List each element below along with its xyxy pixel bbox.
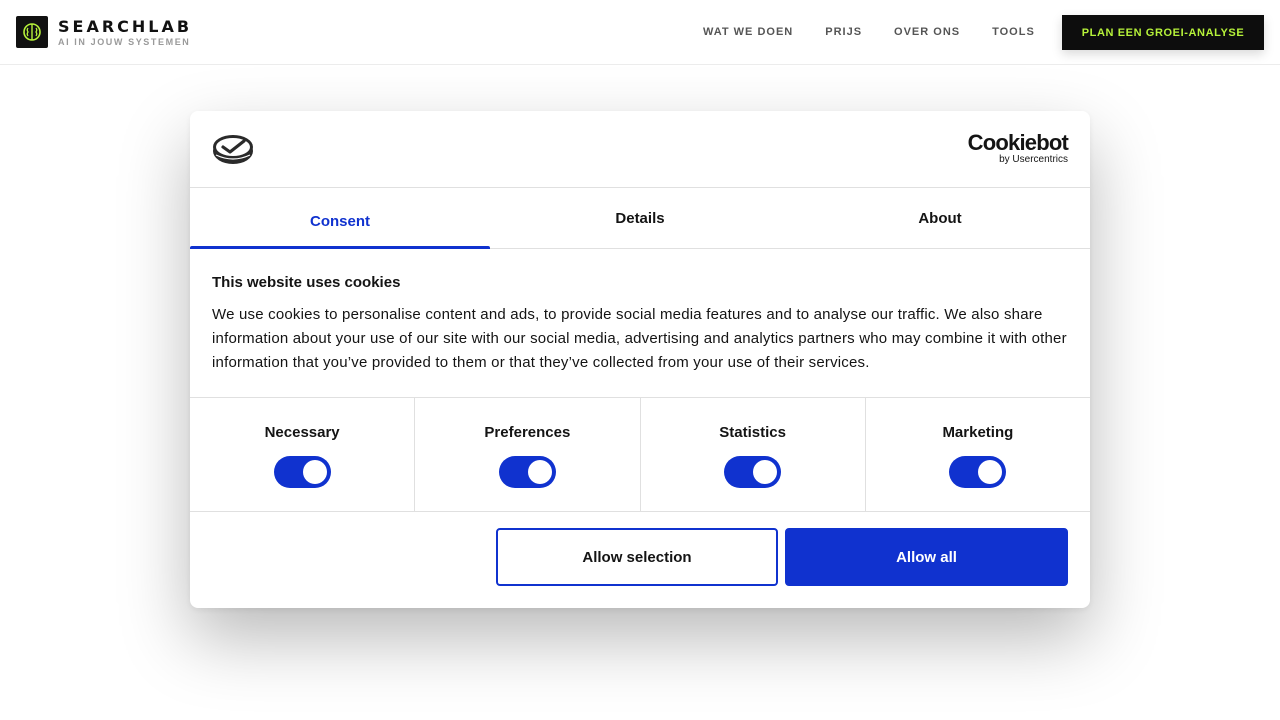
cookie-consent-dialog: Cookiebot by Usercentrics Consent Detail… xyxy=(190,111,1090,608)
brand-tagline: AI IN JOUW SYSTEMEN xyxy=(58,36,191,47)
cookiebot-brand-sub: by Usercentrics xyxy=(999,154,1068,165)
cookiebot-brand[interactable]: Cookiebot by Usercentrics xyxy=(967,130,1069,166)
brand-name: SEARCHLAB xyxy=(58,16,193,36)
cookiebot-logo-icon xyxy=(212,133,254,165)
dialog-header: Cookiebot by Usercentrics xyxy=(190,111,1090,188)
nav-link-tools[interactable]: TOOLS xyxy=(992,26,1035,38)
marketing-toggle[interactable] xyxy=(949,456,1007,488)
preferences-toggle[interactable] xyxy=(498,456,556,488)
plan-analysis-button[interactable]: PLAN EEN GROEI-ANALYSE xyxy=(1062,15,1264,50)
category-label: Necessary xyxy=(264,424,340,441)
site-logo[interactable]: SEARCHLAB AI IN JOUW SYSTEMEN xyxy=(16,16,192,48)
cookiebot-brand-name: Cookiebot xyxy=(967,130,1069,155)
toggle-knob xyxy=(527,460,552,484)
site-header: SEARCHLAB AI IN JOUW SYSTEMEN WAT WE DOE… xyxy=(0,0,1280,65)
category-label: Statistics xyxy=(719,424,786,441)
nav-link-wat-we-doen[interactable]: WAT WE DOEN xyxy=(703,26,793,38)
category-preferences: Preferences xyxy=(415,398,641,511)
allow-all-button[interactable]: Allow all xyxy=(785,528,1068,586)
consent-actions: Allow selection Allow all xyxy=(190,512,1090,607)
main-nav: WAT WE DOEN PRIJS OVER ONS TOOLS xyxy=(703,0,1067,64)
cookie-categories: Necessary Preferences Statistics Marketi… xyxy=(190,398,1090,512)
tab-consent[interactable]: Consent xyxy=(190,188,490,249)
necessary-toggle[interactable] xyxy=(273,456,331,488)
consent-body: This website uses cookies We use cookies… xyxy=(190,249,1090,398)
category-necessary: Necessary xyxy=(190,398,416,511)
toggle-knob xyxy=(978,460,1003,484)
consent-tabs: Consent Details About xyxy=(190,188,1090,249)
tab-details[interactable]: Details xyxy=(490,188,790,248)
brain-icon xyxy=(16,16,48,48)
statistics-toggle[interactable] xyxy=(724,456,782,488)
toggle-knob xyxy=(302,460,327,484)
tab-about[interactable]: About xyxy=(790,188,1090,248)
toggle-knob xyxy=(753,460,778,484)
category-statistics: Statistics xyxy=(641,398,866,511)
consent-description: We use cookies to personalise content an… xyxy=(212,306,1067,371)
nav-link-prijs[interactable]: PRIJS xyxy=(825,26,862,38)
category-label: Marketing xyxy=(942,424,1014,441)
category-marketing: Marketing xyxy=(866,398,1090,511)
category-label: Preferences xyxy=(484,424,571,441)
allow-selection-button[interactable]: Allow selection xyxy=(496,528,778,586)
nav-link-over-ons[interactable]: OVER ONS xyxy=(894,26,960,38)
consent-title: This website uses cookies xyxy=(212,274,401,291)
